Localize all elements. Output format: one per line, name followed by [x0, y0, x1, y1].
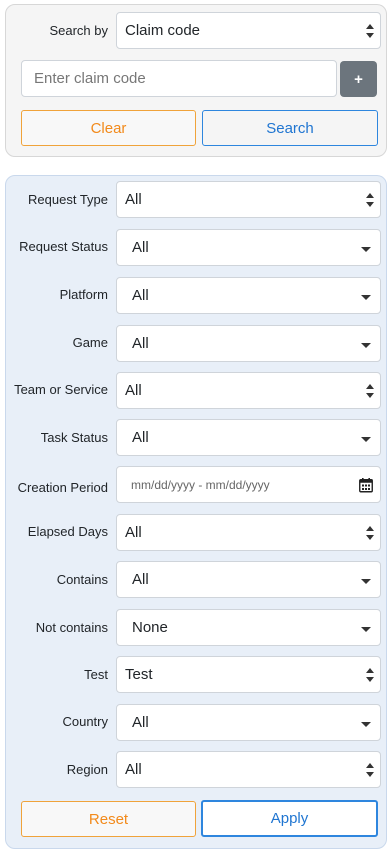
- creation-period-input[interactable]: mm/dd/yyyy - mm/dd/yyyy: [116, 466, 381, 503]
- select-arrows-icon: [366, 667, 374, 682]
- task-status-value: All: [132, 429, 149, 446]
- creation-period-placeholder: mm/dd/yyyy - mm/dd/yyyy: [131, 477, 270, 492]
- reset-button[interactable]: Reset: [21, 801, 196, 837]
- clear-button-label: Clear: [90, 119, 127, 137]
- creation-period-label: Creation Period: [17, 480, 108, 495]
- reset-button-label: Reset: [88, 810, 129, 828]
- team-or-service-label: Team or Service: [14, 382, 108, 397]
- request-status-value: All: [132, 239, 149, 256]
- search-by-select[interactable]: Claim code: [116, 12, 381, 49]
- country-select[interactable]: All: [116, 704, 381, 741]
- game-label: Game: [72, 335, 108, 350]
- elapsed-days-label: Elapsed Days: [27, 524, 108, 539]
- claim-code-placeholder: Enter claim code: [34, 70, 146, 87]
- caret-down-icon: [361, 721, 371, 727]
- apply-button[interactable]: Apply: [201, 800, 378, 837]
- search-button-label: Search: [266, 119, 314, 137]
- select-arrows-icon: [366, 383, 374, 398]
- select-arrows-icon: [366, 192, 374, 207]
- search-button[interactable]: Search: [202, 110, 378, 146]
- test-label: Test: [84, 667, 108, 682]
- not-contains-select[interactable]: None: [116, 609, 381, 646]
- plus-icon: +: [354, 70, 363, 88]
- request-type-value: All: [125, 191, 142, 208]
- caret-down-icon: [361, 436, 371, 442]
- region-select[interactable]: All: [116, 751, 381, 788]
- test-select[interactable]: Test: [116, 656, 381, 693]
- elapsed-days-select[interactable]: All: [116, 514, 381, 551]
- contains-label: Contains: [56, 572, 108, 587]
- select-arrows-icon: [366, 23, 374, 38]
- caret-down-icon: [361, 578, 371, 584]
- apply-button-label: Apply: [270, 810, 309, 827]
- team-or-service-value: All: [125, 382, 142, 399]
- region-label: Region: [66, 762, 108, 777]
- caret-down-icon: [361, 626, 371, 632]
- contains-select[interactable]: All: [116, 561, 381, 598]
- country-label: Country: [62, 714, 108, 729]
- select-arrows-icon: [366, 525, 374, 540]
- elapsed-days-value: All: [125, 524, 142, 541]
- request-status-label: Request Status: [19, 239, 108, 254]
- search-by-value: Claim code: [125, 22, 201, 39]
- caret-down-icon: [361, 294, 371, 300]
- platform-value: All: [132, 287, 149, 304]
- region-value: All: [125, 761, 142, 778]
- team-or-service-select[interactable]: All: [116, 372, 381, 409]
- select-arrows-icon: [366, 762, 374, 777]
- contains-value: All: [132, 571, 149, 588]
- request-type-select[interactable]: All: [116, 181, 381, 218]
- caret-down-icon: [361, 246, 371, 252]
- task-status-label: Task Status: [40, 430, 108, 445]
- game-value: All: [132, 335, 149, 352]
- calendar-icon: [359, 477, 373, 492]
- add-button[interactable]: +: [340, 61, 377, 97]
- platform-label: Platform: [59, 287, 108, 302]
- clear-button[interactable]: Clear: [21, 110, 196, 146]
- game-select[interactable]: All: [116, 325, 381, 362]
- caret-down-icon: [361, 342, 371, 348]
- request-type-label: Request Type: [28, 192, 108, 207]
- task-status-select[interactable]: All: [116, 419, 381, 456]
- not-contains-value: None: [132, 619, 168, 636]
- request-status-select[interactable]: All: [116, 229, 381, 266]
- search-by-label: Search by: [49, 23, 108, 38]
- claim-code-input[interactable]: Enter claim code: [21, 60, 337, 97]
- test-value: Test: [125, 666, 153, 683]
- not-contains-label: Not contains: [35, 620, 108, 635]
- platform-select[interactable]: All: [116, 277, 381, 314]
- country-value: All: [132, 714, 149, 731]
